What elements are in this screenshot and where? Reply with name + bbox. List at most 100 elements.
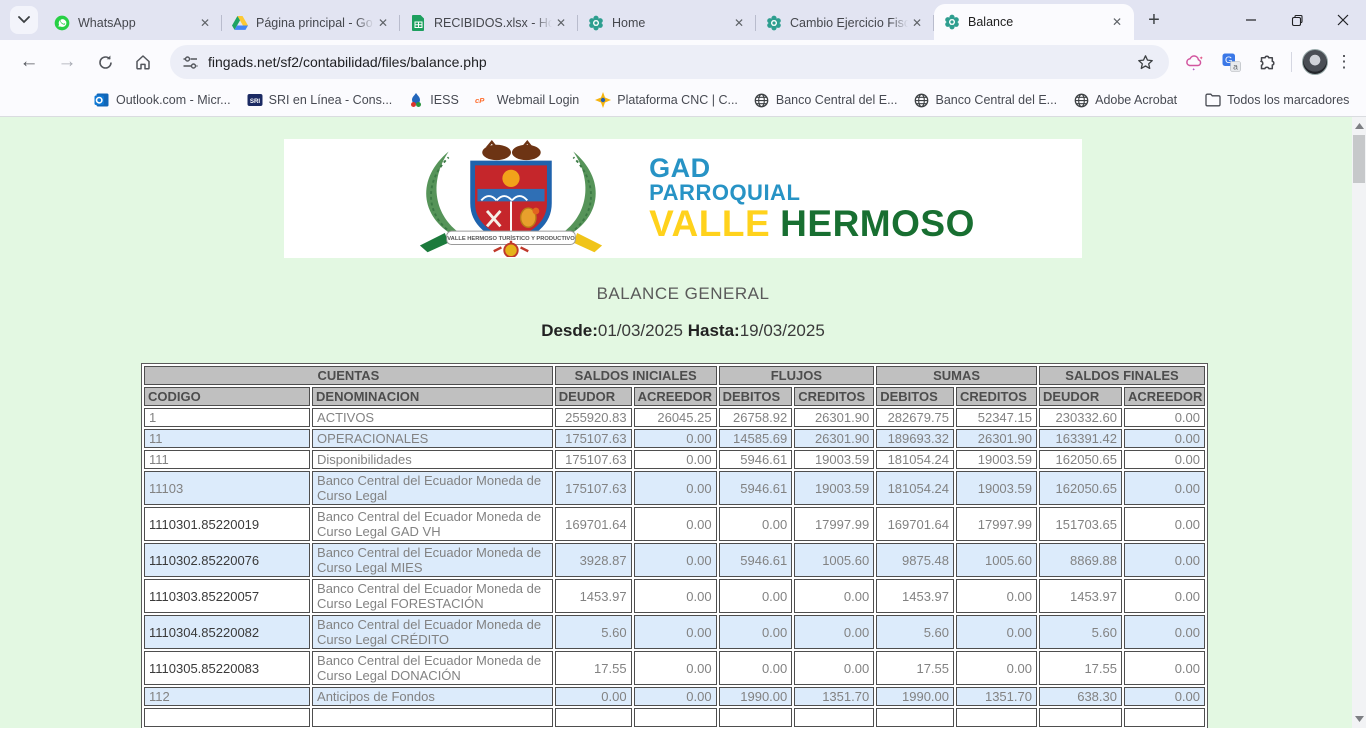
cell-value: 26301.90 — [794, 429, 874, 448]
cell-value: 230332.60 — [1039, 408, 1122, 427]
cell-value: 0.00 — [634, 543, 717, 577]
translate-button[interactable]: Ga — [1217, 48, 1245, 76]
scrollbar-thumb[interactable] — [1353, 135, 1365, 183]
cell-value: 17.55 — [876, 651, 954, 685]
tab-close-icon[interactable]: ✕ — [196, 14, 214, 32]
forward-button[interactable]: → — [51, 46, 83, 78]
bookmark-4[interactable]: Plataforma CNC | C... — [587, 88, 746, 112]
cell-value: 0.00 — [1124, 543, 1205, 577]
table-row[interactable]: 1110304.85220082Banco Central del Ecuado… — [144, 615, 1205, 649]
page-scrollbar[interactable] — [1352, 117, 1366, 728]
tab-close-icon[interactable]: ✕ — [552, 14, 570, 32]
table-row[interactable]: 1110305.85220083Banco Central del Ecuado… — [144, 651, 1205, 685]
cell-value: 26301.90 — [956, 429, 1037, 448]
cell-value: 19003.59 — [956, 450, 1037, 469]
cell-value: 52347.15 — [956, 408, 1037, 427]
table-row[interactable]: 11103Banco Central del Ecuador Moneda de… — [144, 471, 1205, 505]
cell-value: 26758.92 — [719, 408, 793, 427]
back-button[interactable]: ← — [13, 46, 45, 78]
date-from-value: 01/03/2025 — [598, 321, 683, 340]
tab-3[interactable]: Home✕ — [578, 6, 756, 40]
table-row[interactable]: 1ACTIVOS255920.8326045.2526758.9226301.9… — [144, 408, 1205, 427]
bookmark-0[interactable]: Outlook.com - Micr... — [86, 88, 239, 112]
table-row[interactable]: 1110303.85220057Banco Central del Ecuado… — [144, 579, 1205, 613]
tab-search-button[interactable] — [10, 6, 38, 34]
new-tab-button[interactable]: + — [1140, 6, 1168, 34]
tab-2[interactable]: RECIBIDOS.xlsx - Hoja✕ — [400, 6, 578, 40]
group-header: FLUJOS — [719, 366, 875, 385]
tab-0[interactable]: WhatsApp✕ — [44, 6, 222, 40]
cell-value: 1453.97 — [555, 579, 632, 613]
cell-value: 0.00 — [1124, 507, 1205, 541]
column-header: DENOMINACION — [312, 387, 553, 406]
bookmark-6[interactable]: Banco Central del E... — [906, 88, 1066, 112]
cell-value: 5.60 — [555, 615, 632, 649]
cell-value: 0.00 — [719, 651, 793, 685]
tab-1[interactable]: Página principal - Go✕ — [222, 6, 400, 40]
minimize-button[interactable] — [1228, 0, 1274, 40]
sheets-favicon-icon — [410, 15, 426, 31]
globe-icon — [914, 92, 930, 108]
cell-value: 638.30 — [1039, 687, 1122, 706]
bookmark-star-button[interactable] — [1131, 48, 1159, 76]
cell-value: 151703.65 — [1039, 507, 1122, 541]
tab-5[interactable]: Balance✕ — [934, 4, 1134, 40]
maximize-button[interactable] — [1274, 0, 1320, 40]
extensions-puzzle-icon — [1258, 53, 1277, 72]
bookmark-3[interactable]: cPWebmail Login — [467, 88, 587, 112]
reload-button[interactable] — [89, 46, 121, 78]
address-bar[interactable]: fingads.net/sf2/contabilidad/files/balan… — [170, 45, 1169, 79]
table-row[interactable]: 1110302.85220076Banco Central del Ecuado… — [144, 543, 1205, 577]
cell-denominacion: Banco Central del Ecuador Moneda de Curs… — [312, 615, 553, 649]
table-row[interactable]: 1110301.85220019Banco Central del Ecuado… — [144, 507, 1205, 541]
cell-value: 162050.65 — [1039, 450, 1122, 469]
site-info-icon[interactable] — [182, 55, 199, 70]
cell-value: 5.60 — [876, 615, 954, 649]
outlook-icon — [94, 92, 110, 108]
tab-close-icon[interactable]: ✕ — [1108, 13, 1126, 31]
tab-close-icon[interactable]: ✕ — [908, 14, 926, 32]
cell-denominacion: Banco Central del Ecuador Moneda de Curs… — [312, 543, 553, 577]
tab-close-icon[interactable]: ✕ — [374, 14, 392, 32]
folder-icon — [1205, 92, 1221, 108]
cell-value: 169701.64 — [876, 507, 954, 541]
cell-value: 0.00 — [956, 579, 1037, 613]
home-button[interactable] — [127, 46, 159, 78]
cnc-icon — [595, 92, 611, 108]
close-window-button[interactable] — [1320, 0, 1366, 40]
group-header: SUMAS — [876, 366, 1037, 385]
bookmark-1[interactable]: SRISRI en Línea - Cons... — [239, 88, 401, 112]
pinned-app-0[interactable] — [15, 89, 37, 111]
bookmark-2[interactable]: IESS — [400, 88, 467, 112]
table-row[interactable]: 11OPERACIONALES175107.630.0014585.692630… — [144, 429, 1205, 448]
labs-button[interactable] — [1181, 48, 1209, 76]
all-bookmarks-button[interactable]: Todos los marcadores — [1197, 88, 1357, 112]
bookmark-5[interactable]: Banco Central del E... — [746, 88, 906, 112]
bookmark-label: IESS — [430, 93, 459, 107]
table-row[interactable]: 111Disponibilidades175107.630.005946.611… — [144, 450, 1205, 469]
column-header: ACREEDOR — [1124, 387, 1205, 406]
cell-codigo: 11 — [144, 429, 310, 448]
cell-value: 0.00 — [634, 471, 717, 505]
table-column-header-row: CODIGODENOMINACIONDEUDORACREEDORDEBITOSC… — [144, 387, 1205, 406]
table-row[interactable]: 112Anticipos de Fondos0.000.001990.00135… — [144, 687, 1205, 706]
profile-avatar[interactable] — [1302, 49, 1328, 75]
scroll-up-button[interactable] — [1352, 119, 1366, 133]
scroll-down-button[interactable] — [1352, 712, 1366, 726]
tab-close-icon[interactable]: ✕ — [730, 14, 748, 32]
url-text[interactable]: fingads.net/sf2/contabilidad/files/balan… — [208, 54, 1127, 70]
cell-value: 17997.99 — [794, 507, 874, 541]
tab-4[interactable]: Cambio Ejercicio Fisc✕ — [756, 6, 934, 40]
cell-value: 5.60 — [1039, 615, 1122, 649]
reload-icon — [97, 54, 114, 71]
pinned-app-1[interactable] — [47, 89, 69, 111]
cell-value: 189693.32 — [876, 429, 954, 448]
cell-codigo: 1 — [144, 408, 310, 427]
cell-value: 162050.65 — [1039, 471, 1122, 505]
cell-codigo: 1110304.85220082 — [144, 615, 310, 649]
extensions-button[interactable] — [1253, 48, 1281, 76]
tab-title: RECIBIDOS.xlsx - Hoja — [434, 16, 552, 30]
bookmark-7[interactable]: Adobe Acrobat — [1065, 88, 1185, 112]
cell-value: 0.00 — [719, 579, 793, 613]
browser-menu-button[interactable]: ⋮ — [1332, 52, 1356, 72]
